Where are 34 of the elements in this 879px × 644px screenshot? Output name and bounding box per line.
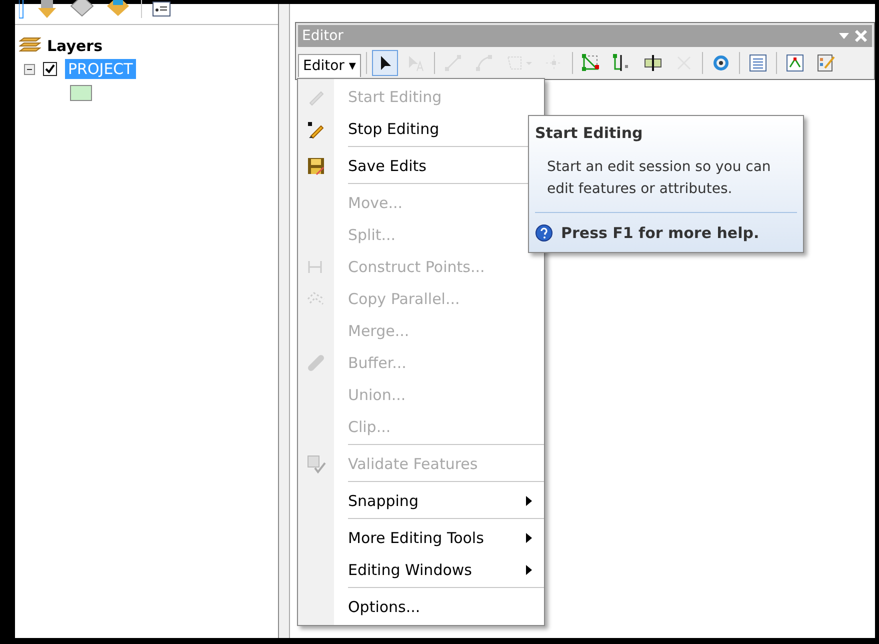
buffer-icon	[306, 353, 326, 373]
layer-checkbox[interactable]	[43, 62, 57, 76]
menu-item[interactable]: Editing Windows	[348, 561, 532, 579]
menu-item[interactable]: Snapping	[348, 492, 532, 510]
edit-vertices-icon	[580, 53, 601, 73]
close-icon[interactable]	[854, 29, 868, 43]
create-features-icon	[816, 53, 836, 73]
rotate-icon	[710, 53, 731, 73]
editor-menu-button[interactable]: Editor ▾	[298, 54, 361, 76]
submenu-arrow-icon	[526, 533, 532, 543]
data-frame-label: Layers	[47, 37, 102, 55]
collapse-toggle[interactable]	[24, 64, 35, 74]
menu-item[interactable]: Save Edits	[348, 157, 426, 175]
dropdown-icon[interactable]	[838, 31, 850, 41]
pencil-icon	[306, 119, 326, 139]
help-hint: Press F1 for more help.	[561, 224, 760, 242]
tooltip-title: Start Editing	[535, 124, 644, 142]
menu-item[interactable]: More Editing Tools	[348, 529, 532, 547]
validate-icon	[306, 454, 326, 474]
attributes-icon	[748, 53, 768, 73]
cut-polygon-icon	[642, 53, 663, 73]
pointer-button[interactable]	[372, 50, 398, 76]
toolbar-title: Editor	[302, 28, 344, 44]
menu-item[interactable]: Stop Editing	[348, 120, 440, 138]
submenu-arrow-icon	[526, 565, 532, 575]
straight-segment-icon	[442, 53, 463, 73]
layer-name[interactable]: PROJECT	[65, 59, 136, 79]
help-icon	[535, 224, 553, 242]
sketch-properties-icon	[784, 53, 805, 73]
legend-swatch	[70, 85, 92, 101]
tooltip-text: Start an edit session so you can edit features or attributes.	[546, 158, 772, 199]
menu-item[interactable]: Options...	[348, 598, 420, 616]
arc-segment-icon	[474, 53, 494, 73]
submenu-arrow-icon	[526, 496, 532, 506]
